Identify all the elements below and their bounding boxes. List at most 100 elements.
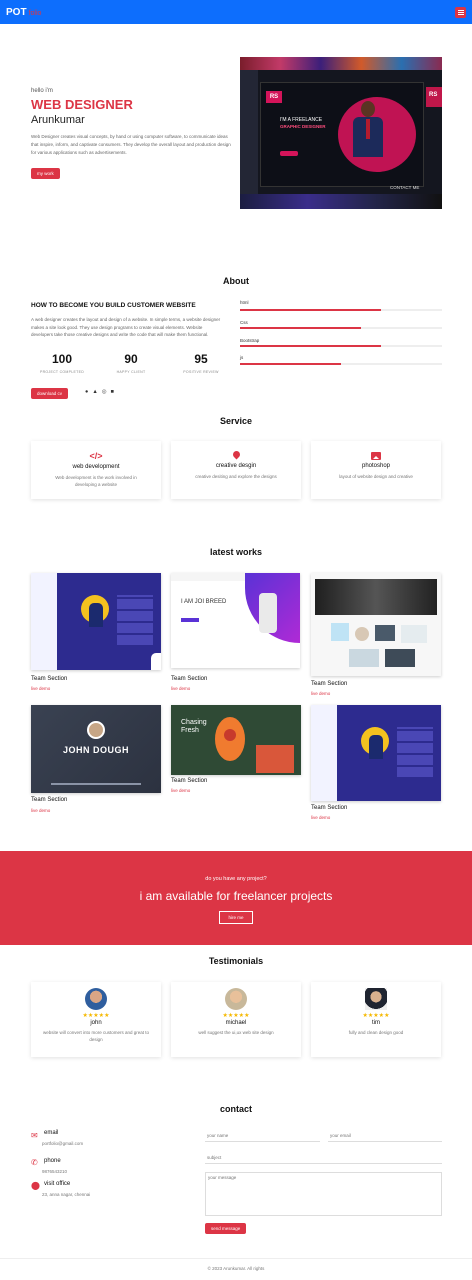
phone-icon: ✆	[31, 1158, 38, 1167]
work-link-5[interactable]: live demo	[171, 788, 190, 793]
screen-headline-1: I'M A FREELANCE	[280, 117, 323, 123]
testimonials-title: Testimonials	[208, 956, 264, 966]
work-link-2[interactable]: live demo	[171, 686, 190, 691]
facebook-icon[interactable]: ●	[85, 389, 88, 395]
skill-js-label: js	[240, 355, 244, 360]
social-links: ● ▲ ◎ ■	[85, 389, 114, 395]
contact-phone-label: phone	[44, 1158, 61, 1164]
testimonial-card-1: ★★★★★ john website will convert into mor…	[31, 982, 161, 1057]
hero-name: Arunkumar	[31, 114, 85, 126]
work-title-6: Team Section	[311, 805, 348, 811]
service-name: web development	[72, 464, 120, 470]
work-link-3[interactable]: live demo	[311, 691, 330, 696]
work-thumbnail-4[interactable]: JOHN DOUGH	[31, 705, 161, 793]
work-thumbnail-1[interactable]	[31, 573, 161, 670]
work-title-5: Team Section	[171, 778, 208, 784]
hero-hello: hello i'm	[31, 88, 53, 94]
skill-css-bar	[240, 327, 442, 329]
testimonial-name: john	[90, 1020, 102, 1026]
instagram-icon[interactable]: ◎	[102, 389, 107, 395]
work-thumbnail-2[interactable]: I AM JOI BREED	[171, 573, 300, 668]
screen-footer: CONTACT ME	[390, 185, 420, 190]
about-subtitle: HOW TO BECOME YOU BUILD CUSTOMER WEBSITE	[31, 302, 196, 309]
avatar	[365, 988, 387, 1010]
hero-description: Web Designer creates visual concepts, by…	[31, 134, 231, 155]
work-thumbnail-5[interactable]: Chasing Fresh	[171, 705, 301, 775]
testimonial-card-3: ★★★★★ tim fully and clean design good	[311, 982, 441, 1057]
skill-html-bar	[240, 309, 442, 311]
testimonial-name: michael	[225, 1020, 247, 1026]
service-desc: creative desiting and explore the design…	[195, 474, 277, 479]
send-message-button[interactable]: send message	[205, 1223, 247, 1234]
skill-bootstrap-label: Bootstrap	[240, 338, 260, 343]
skill-html-label: html	[240, 300, 249, 305]
service-card-web: </> web development Web development is t…	[31, 441, 161, 499]
stat-clients-label: HAPPY CLIENT	[116, 370, 146, 374]
rating-stars: ★★★★★	[362, 1013, 390, 1019]
name-input[interactable]	[205, 1130, 320, 1142]
service-card-photoshop: photoshop layout of website design and c…	[311, 441, 441, 499]
work-link-6[interactable]: live demo	[311, 815, 330, 820]
stat-projects-label: PROJECT COMPLETED	[39, 370, 85, 374]
contact-email-label: email	[44, 1130, 59, 1136]
service-desc: layout of website design and creative	[339, 474, 413, 479]
hire-me-button[interactable]: hire me	[219, 911, 253, 924]
work-thumbnail-3[interactable]	[311, 573, 441, 676]
work-link-4[interactable]: live demo	[31, 808, 50, 813]
rating-stars: ★★★★★	[82, 1013, 110, 1019]
stat-reviews-number: 95	[194, 352, 208, 366]
service-title: Service	[219, 416, 253, 426]
contact-phone-value: 9876543210	[42, 1169, 68, 1174]
about-description: A web designer creates the layout and de…	[31, 317, 221, 337]
work-link-1[interactable]: live demo	[31, 686, 50, 691]
hero-image: RS RS I'M A FREELANCE GRAPHIC DESIGNER C…	[240, 57, 442, 209]
rating-stars: ★★★★★	[222, 1013, 250, 1019]
skill-bootstrap-bar	[240, 345, 442, 347]
cta-question: do you have any project?	[205, 876, 267, 882]
brand-suffix: folio	[28, 9, 42, 17]
hamburger-menu-icon[interactable]	[455, 6, 466, 18]
contact-email-value: portfolio@gmail.com	[42, 1141, 84, 1146]
code-icon: </>	[89, 451, 103, 461]
hero-role: WEB DESIGNER	[31, 97, 133, 112]
work-title-3: Team Section	[311, 681, 348, 687]
navbar: POT folio	[0, 0, 472, 24]
testimonial-text: well suggest the ui,ux web site design	[198, 1030, 274, 1035]
thumb-john-dough: JOHN DOUGH	[62, 745, 129, 755]
cta-banner: do you have any project? i am available …	[0, 851, 472, 945]
email-icon: ✉	[31, 1131, 38, 1140]
service-name: creative desgin	[215, 463, 257, 469]
contact-title: contact	[219, 1104, 252, 1114]
contact-office-value: 23, anna nagar, chennai	[42, 1192, 91, 1197]
image-icon	[371, 452, 381, 460]
contact-office-label: visit office	[44, 1181, 71, 1187]
work-title-4: Team Section	[31, 797, 68, 803]
works-title: latest works	[209, 547, 263, 557]
brand-text: POT	[6, 6, 27, 18]
screen-logo-right: RS	[429, 92, 438, 98]
location-icon: ⬤	[31, 1181, 40, 1190]
email-input[interactable]	[328, 1130, 442, 1142]
service-name: photoshop	[361, 463, 391, 469]
testimonial-text: fully and clean design good	[348, 1030, 404, 1035]
testimonial-card-2: ★★★★★ michael well suggest the ui,ux web…	[171, 982, 301, 1057]
brand-logo[interactable]: POT folio	[6, 7, 41, 18]
pin-icon	[231, 449, 241, 460]
work-thumbnail-6[interactable]	[311, 705, 441, 801]
download-cv-button[interactable]: download cv	[31, 388, 69, 399]
testimonial-text: website will convert into more customers…	[42, 1030, 150, 1042]
my-work-button[interactable]: my work	[31, 168, 60, 179]
about-title: About	[223, 276, 249, 286]
message-textarea[interactable]	[205, 1172, 442, 1216]
stat-projects-number: 100	[51, 352, 73, 366]
subject-input[interactable]	[205, 1152, 442, 1164]
work-title-1: Team Section	[31, 676, 68, 682]
service-desc: Web development is the work involved in …	[55, 475, 137, 487]
linkedin-icon[interactable]: ■	[111, 389, 114, 395]
twitter-icon[interactable]: ▲	[92, 389, 97, 395]
screen-logo: RS	[266, 91, 282, 103]
avatar	[85, 988, 107, 1010]
cta-headline: i am available for freelancer projects	[139, 889, 333, 903]
footer-text: © 2023 Arunkumar. All rights	[207, 1266, 265, 1271]
testimonial-name: tim	[372, 1020, 380, 1026]
